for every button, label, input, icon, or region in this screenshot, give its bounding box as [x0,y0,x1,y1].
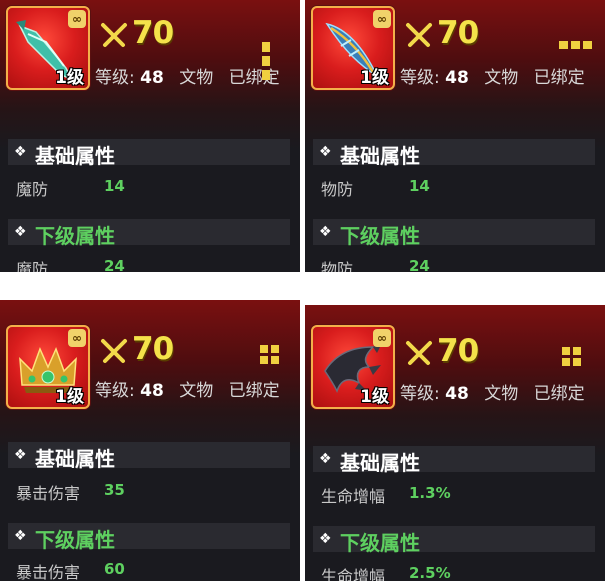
item-icon-box[interactable]: ∞ 1级 [6,6,90,90]
link-chain-icon: ∞ [373,329,391,347]
item-info-row: 等级: 48 文物 已绑定 [95,376,280,401]
crossed-swords-icon [101,23,127,47]
diamond-bullet-icon: ❖ [14,447,27,463]
section-title: 下级属性 [340,531,420,555]
grade-horizontal-bars-icon [559,41,595,51]
item-tooltip-panel: ∞ 1级 70 等级: 48 文物 已绑定 ❖ 基础属性 魔防 14 ❖ 下级属… [0,0,300,272]
base-stat-name: 暴击伤害 [16,484,81,503]
section-title: 基础属性 [35,447,115,471]
sub-stat-name: 暴击伤害 [16,563,81,581]
sub-stat-value: 24 [409,257,430,272]
sub-attributes-header: ❖ 下级属性 [313,219,595,248]
sub-attributes-header: ❖ 下级属性 [8,219,290,248]
item-level-label: 1级 [55,68,84,88]
crossed-swords-icon [406,23,432,47]
base-stat-value: 14 [409,177,430,195]
bind-status-label: 已绑定 [533,384,585,404]
link-chain-icon: ∞ [68,329,86,347]
diamond-bullet-icon: ❖ [319,531,332,547]
bind-status-label: 已绑定 [533,68,585,88]
sub-stat-name: 魔防 [16,260,49,272]
sub-attributes-header: ❖ 下级属性 [8,523,290,552]
base-stat-value: 14 [104,177,125,195]
item-type-label: 文物 [179,68,214,88]
base-attributes-header: ❖ 基础属性 [313,446,595,475]
sub-stat-value: 60 [104,560,125,578]
combat-power-value: 70 [132,15,174,51]
section-title: 下级属性 [35,528,115,552]
item-type-label: 文物 [484,68,519,88]
grade-four-squares-icon [562,347,582,367]
crossed-swords-icon [406,341,432,365]
item-required-level: 等级: 48 [400,68,469,88]
item-info-row: 等级: 48 文物 已绑定 [95,63,280,88]
section-title: 下级属性 [35,224,115,248]
combat-power-value: 70 [132,331,174,367]
link-chain-icon: ∞ [68,10,86,28]
item-required-level: 等级: 48 [95,381,164,401]
item-level-label: 1级 [360,68,389,88]
item-tooltip-panel: ∞ 1级 70 等级: 48 文物 已绑定 ❖ 基础属性 物防 14 ❖ 下级属… [305,0,605,272]
combat-power-value: 70 [437,15,479,51]
sub-stat-name: 生命增幅 [321,567,386,581]
link-chain-icon: ∞ [373,10,391,28]
base-attributes-header: ❖ 基础属性 [8,139,290,168]
sub-attributes-header: ❖ 下级属性 [313,526,595,555]
item-icon-box[interactable]: ∞ 1级 [311,6,395,90]
item-type-label: 文物 [179,381,214,401]
diamond-bullet-icon: ❖ [14,528,27,544]
sub-stat-value: 24 [104,257,125,272]
diamond-bullet-icon: ❖ [319,224,332,240]
base-stat-name: 物防 [321,180,354,199]
item-icon-box[interactable]: ∞ 1级 [311,325,395,409]
section-title: 基础属性 [340,144,420,168]
item-icon-box[interactable]: ∞ 1级 [6,325,90,409]
base-stat-value: 35 [104,481,125,499]
diamond-bullet-icon: ❖ [14,144,27,160]
item-required-level: 等级: 48 [400,384,469,404]
item-tooltip-panel: ∞ 1级 70 等级: 48 文物 已绑定 ❖ 基础属性 暴击伤害 35 ❖ 下… [0,300,300,581]
diamond-bullet-icon: ❖ [319,451,332,467]
sub-stat-name: 物防 [321,260,354,272]
section-title: 下级属性 [340,224,420,248]
sub-stat-value: 2.5% [409,564,451,581]
diamond-bullet-icon: ❖ [319,144,332,160]
base-attributes-header: ❖ 基础属性 [313,139,595,168]
base-stat-name: 生命增幅 [321,487,386,506]
item-info-row: 等级: 48 文物 已绑定 [400,379,585,404]
crossed-swords-icon [101,339,127,363]
bind-status-label: 已绑定 [228,381,280,401]
base-stat-name: 魔防 [16,180,49,199]
item-info-row: 等级: 48 文物 已绑定 [400,63,585,88]
base-stat-value: 1.3% [409,484,451,502]
base-attributes-header: ❖ 基础属性 [8,442,290,471]
section-title: 基础属性 [35,144,115,168]
item-level-label: 1级 [55,387,84,407]
grade-vertical-bars-icon [262,42,274,88]
grade-four-squares-icon [260,345,280,365]
combat-power-value: 70 [437,333,479,369]
section-title: 基础属性 [340,451,420,475]
item-tooltip-panel: ∞ 1级 70 等级: 48 文物 已绑定 ❖ 基础属性 生命增幅 1.3% ❖… [305,305,605,581]
item-level-label: 1级 [360,387,389,407]
item-type-label: 文物 [484,384,519,404]
diamond-bullet-icon: ❖ [14,224,27,240]
item-required-level: 等级: 48 [95,68,164,88]
